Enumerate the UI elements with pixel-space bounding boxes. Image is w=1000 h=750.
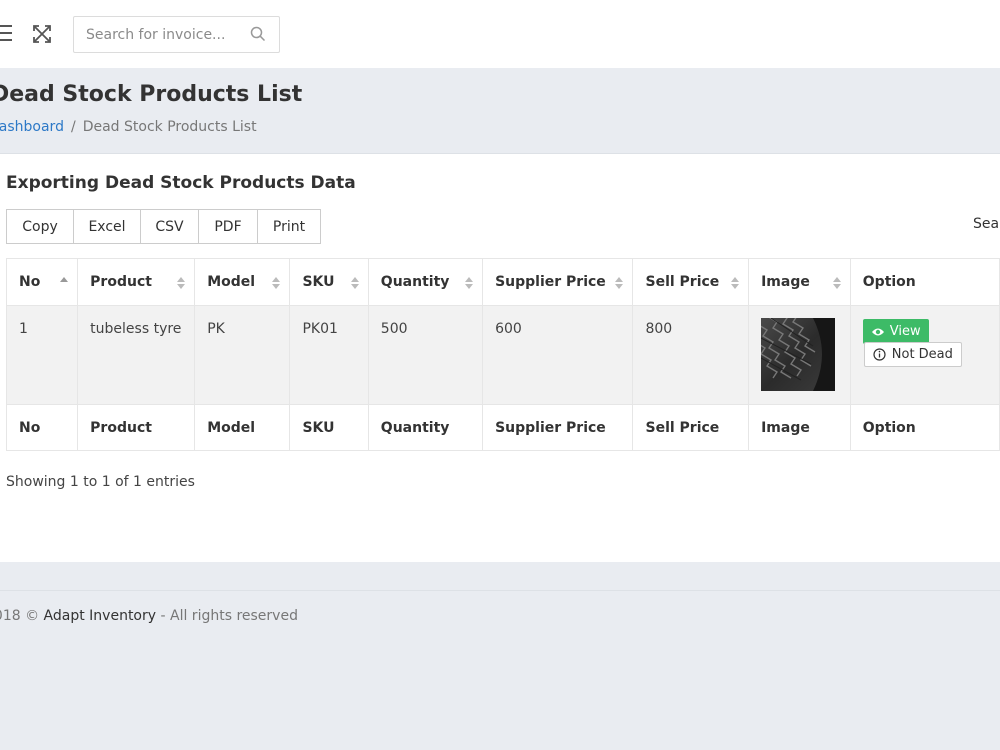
view-button-label: View (889, 324, 921, 339)
sort-icon (615, 277, 624, 289)
cell-no: 1 (5, 305, 79, 405)
invoice-search-box (73, 16, 280, 53)
footer-brand-link[interactable]: Adapt Inventory (44, 608, 157, 624)
table-footer-row: No Product Model SKU Quantity Supplier P… (5, 404, 1000, 451)
page-header: Dead Stock Products List Dashboard / Dead … (0, 68, 1000, 154)
copyright-suffix: - All rights reserved (160, 608, 298, 624)
footer-header-sell-price: Sell Price (632, 404, 750, 451)
column-header-no[interactable]: No (5, 258, 79, 306)
footer-header-supplier-price: Supplier Price (482, 404, 634, 451)
column-header-label: SKU (302, 274, 335, 290)
invoice-search-input[interactable] (74, 17, 244, 52)
footer-header-quantity: Quantity (367, 404, 484, 451)
pdf-button[interactable]: PDF (198, 209, 258, 244)
column-header-label: No (19, 274, 41, 290)
breadcrumb-separator: / (70, 119, 76, 135)
column-header-label: Quantity (380, 274, 450, 290)
breadcrumb-dashboard-link[interactable]: Dashboard (0, 119, 64, 135)
cell-supplier-price: 600 (482, 305, 634, 405)
sort-asc-icon (60, 277, 69, 282)
table-info-text: Showing 1 to 1 of 1 entries (6, 474, 195, 490)
column-header-supplier-price[interactable]: Supplier Price (482, 258, 634, 306)
column-header-label: Supplier Price (495, 274, 606, 290)
column-header-label: Model (207, 274, 256, 290)
table-search-label: Search (973, 216, 1000, 232)
column-header-option[interactable]: Option (849, 258, 1000, 306)
column-header-sell-price[interactable]: Sell Price (632, 258, 750, 306)
footer-header-no: No (5, 404, 79, 451)
cell-sell-price: 800 (632, 305, 750, 405)
excel-button[interactable]: Excel (73, 209, 141, 244)
table-header-row: No Product Model SKU Quantity Supplier P… (5, 258, 1000, 306)
sort-icon (177, 277, 186, 289)
footer-header-model: Model (194, 404, 291, 451)
cell-option: View Not Dead (849, 305, 1000, 405)
column-header-quantity[interactable]: Quantity (367, 258, 484, 306)
cell-model: PK (194, 305, 291, 405)
table-row: 1 tubeless tyre PK PK01 500 600 800 View… (5, 305, 1000, 405)
footer-header-image: Image (748, 404, 851, 451)
column-header-label: Sell Price (645, 274, 720, 290)
footer-header-product: Product (77, 404, 196, 451)
copyright-text: 2018 © Adapt Inventory - All rights rese… (0, 608, 298, 624)
page-footer: 2018 © Adapt Inventory - All rights rese… (0, 590, 1000, 750)
breadcrumb-current: Dead Stock Products List (82, 119, 257, 135)
column-header-sku[interactable]: SKU (289, 258, 369, 306)
cell-product: tubeless tyre (77, 305, 196, 405)
not-dead-button-label: Not Dead (891, 347, 953, 362)
column-header-label: Image (761, 274, 810, 290)
page-title: Dead Stock Products List (0, 82, 303, 107)
not-dead-button[interactable]: Not Dead (863, 342, 962, 367)
products-card: Exporting Dead Stock Products Data Copy … (0, 154, 1000, 562)
column-header-label: Option (862, 274, 916, 290)
eye-icon (871, 328, 884, 335)
info-icon (873, 348, 886, 361)
print-button[interactable]: Print (257, 209, 321, 244)
cell-image (748, 305, 851, 405)
dead-stock-table: No Product Model SKU Quantity Supplier P… (5, 258, 1000, 451)
sort-icon (350, 277, 359, 289)
column-header-product[interactable]: Product (77, 258, 196, 306)
column-header-image[interactable]: Image (748, 258, 851, 306)
cell-quantity: 500 (367, 305, 484, 405)
copy-button[interactable]: Copy (6, 209, 74, 244)
column-header-model[interactable]: Model (194, 258, 291, 306)
column-header-label: Product (90, 274, 152, 290)
card-title: Exporting Dead Stock Products Data (6, 173, 356, 193)
sort-icon (465, 277, 474, 289)
view-button[interactable]: View (862, 319, 929, 344)
footer-header-option: Option (849, 404, 1000, 451)
cell-sku: PK01 (289, 305, 369, 405)
export-button-group: Copy Excel CSV PDF Print (6, 209, 321, 244)
sort-icon (272, 277, 281, 289)
hamburger-menu-icon[interactable] (0, 25, 12, 41)
search-icon[interactable] (250, 26, 266, 42)
fullscreen-expand-icon[interactable] (32, 24, 52, 44)
footer-header-sku: SKU (289, 404, 369, 451)
sort-icon (731, 277, 740, 289)
sort-icon (832, 277, 841, 289)
tyre-image (761, 318, 836, 391)
top-navbar (0, 0, 1000, 68)
breadcrumb: Dashboard / Dead Stock Products List (0, 119, 257, 135)
csv-button[interactable]: CSV (140, 209, 199, 244)
copyright-year: 2018 © (0, 608, 40, 624)
